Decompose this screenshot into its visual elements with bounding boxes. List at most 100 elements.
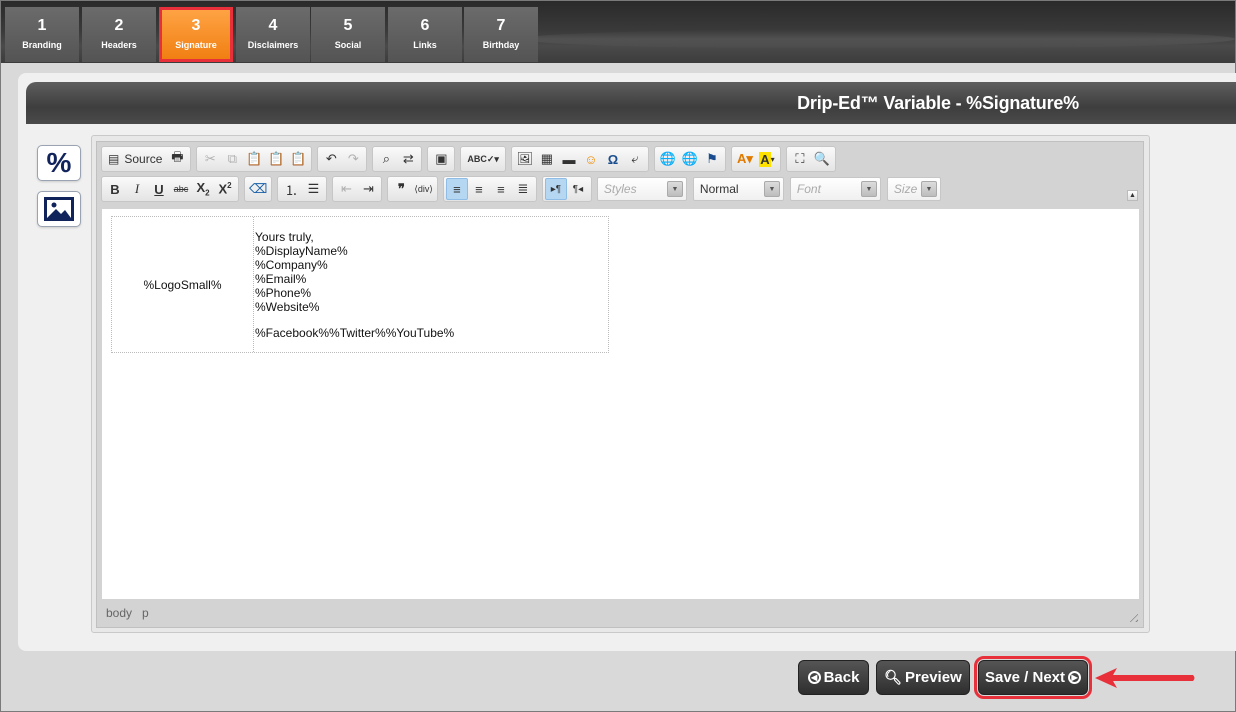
special-char-button[interactable]: Ω: [602, 148, 624, 170]
justify-button[interactable]: ≣: [512, 178, 534, 200]
step-number: 7: [496, 17, 506, 34]
superscript-icon: X2: [218, 181, 232, 197]
step-tab-birthday[interactable]: 7 Birthday: [464, 7, 538, 62]
link-globe-icon: 🌐: [659, 151, 677, 166]
element-path-bar: body p: [102, 601, 1139, 625]
subscript-button[interactable]: X2: [192, 178, 214, 200]
superscript-button[interactable]: X2: [214, 178, 236, 200]
step-tab-signature[interactable]: 3 Signature: [159, 7, 233, 62]
preview-tool-button[interactable]: 🔍: [811, 148, 833, 170]
chevron-down-icon: ▼: [920, 181, 937, 197]
page-break-button[interactable]: ⤶: [624, 148, 646, 170]
insert-image-tool[interactable]: 🖼: [514, 148, 536, 170]
maximize-button[interactable]: ⛶: [789, 148, 811, 170]
step-tab-headers[interactable]: 2 Headers: [82, 7, 156, 62]
arrow-right-circle-icon: ▶: [1068, 671, 1082, 684]
outdent-button[interactable]: ⇤: [335, 178, 357, 200]
table-icon: ▦: [540, 151, 554, 166]
collapse-toolbar-button[interactable]: ▲: [1127, 190, 1138, 201]
strike-button[interactable]: abc: [170, 178, 192, 200]
preview-button[interactable]: 🔍︎ Preview: [876, 660, 970, 695]
smiley-icon: ☺: [584, 151, 598, 167]
details-cell[interactable]: Yours truly, %DisplayName% %Company% %Em…: [255, 230, 454, 340]
numbered-list-button[interactable]: ⒈: [280, 178, 302, 200]
font-dropdown[interactable]: Font ▼: [789, 177, 881, 201]
save-next-button[interactable]: Save / Next ▶: [974, 656, 1092, 699]
bold-button[interactable]: B: [104, 178, 126, 200]
underline-button[interactable]: U: [148, 178, 170, 200]
create-div-button[interactable]: ⟨div⟩: [412, 178, 435, 200]
rtl-button[interactable]: ¶◂: [567, 178, 589, 200]
unlink-button[interactable]: 🌐: [679, 148, 701, 170]
chevron-down-icon: ▼: [763, 181, 780, 197]
panel-title: Drip-Ed™ Variable - %Signature%: [797, 93, 1079, 113]
format-value: Normal: [699, 182, 739, 196]
step-number: 6: [420, 17, 430, 34]
signature-table[interactable]: %LogoSmall% Yours truly, %DisplayName% %…: [111, 216, 609, 353]
replace-button[interactable]: ⇄: [397, 148, 419, 170]
document-icon: ▤: [108, 152, 120, 166]
chevron-down-icon: ▼: [666, 181, 683, 197]
print-button[interactable]: 🖶: [166, 148, 188, 170]
anchor-button[interactable]: ⚑: [701, 148, 723, 170]
ltr-button[interactable]: ▸¶: [544, 178, 567, 200]
step-number: 1: [37, 17, 47, 34]
undo-button[interactable]: ↶: [320, 148, 342, 170]
spellcheck-button[interactable]: ABC✓▾: [463, 148, 503, 170]
paste-word-button[interactable]: 📋: [287, 148, 309, 170]
path-body[interactable]: body: [106, 606, 132, 620]
text-color-button[interactable]: A▾: [734, 148, 756, 170]
size-dropdown[interactable]: Size ▼: [886, 177, 941, 201]
strikethrough-icon: abc: [173, 184, 189, 194]
link-button[interactable]: 🌐: [657, 148, 679, 170]
horizontal-line-button[interactable]: ▬: [558, 148, 580, 170]
spellcheck-icon: ABC✓▾: [467, 153, 499, 164]
back-button[interactable]: ◀ Back: [798, 660, 869, 695]
scissors-icon: ✂: [204, 151, 216, 166]
step-tab-disclaimers[interactable]: 4 Disclaimers: [236, 7, 310, 62]
select-all-button[interactable]: ▣: [430, 148, 452, 170]
step-number: 3: [191, 17, 201, 34]
align-right-button[interactable]: ≡: [490, 178, 512, 200]
replace-icon: ⇄: [402, 151, 414, 166]
omega-icon: Ω: [607, 151, 619, 167]
italic-button[interactable]: I: [126, 178, 148, 200]
path-p[interactable]: p: [142, 606, 149, 620]
step-label: Branding: [22, 40, 62, 50]
smiley-button[interactable]: ☺: [580, 148, 602, 170]
copy-icon: ⧉: [227, 151, 238, 166]
source-button[interactable]: ▤ Source: [104, 148, 166, 170]
bold-icon: B: [110, 181, 120, 197]
step-tab-social[interactable]: 5 Social: [311, 7, 385, 62]
insert-table-button[interactable]: ▦: [536, 148, 558, 170]
cut-button[interactable]: ✂: [199, 148, 221, 170]
copy-button[interactable]: ⧉: [221, 148, 243, 170]
insert-variable-button[interactable]: %: [37, 145, 81, 181]
preview-label: Preview: [905, 669, 962, 686]
redo-button[interactable]: ↷: [342, 148, 364, 170]
bulleted-list-button[interactable]: ☰: [302, 178, 324, 200]
logo-cell[interactable]: %LogoSmall%: [112, 217, 254, 352]
step-number: 4: [268, 17, 278, 34]
insert-image-button[interactable]: [37, 191, 81, 227]
background-color-button[interactable]: A ▾: [756, 148, 778, 170]
indent-button[interactable]: ⇥: [357, 178, 379, 200]
clipboard-word-icon: 📋: [290, 151, 307, 166]
paste-button[interactable]: 📋: [243, 148, 265, 170]
styles-dropdown[interactable]: Styles ▼: [596, 177, 687, 201]
align-center-button[interactable]: ≡: [468, 178, 490, 200]
step-label: Disclaimers: [247, 40, 299, 50]
collapse-icon: ▲: [1129, 192, 1136, 199]
flag-icon: ⚑: [706, 151, 718, 166]
step-tab-branding[interactable]: 1 Branding: [5, 7, 79, 62]
subscript-icon: X2: [196, 180, 210, 198]
format-dropdown[interactable]: Normal ▼: [692, 177, 784, 201]
eraser-icon: ⌫: [249, 181, 268, 196]
align-left-button[interactable]: ≡: [445, 178, 468, 200]
remove-format-button[interactable]: ⌫: [247, 178, 269, 200]
align-center-icon: ≡: [475, 181, 483, 197]
blockquote-button[interactable]: ❞: [390, 178, 412, 200]
find-button[interactable]: ⌕: [375, 148, 397, 170]
paste-text-button[interactable]: 📋: [265, 148, 287, 170]
step-tab-links[interactable]: 6 Links: [388, 7, 462, 62]
